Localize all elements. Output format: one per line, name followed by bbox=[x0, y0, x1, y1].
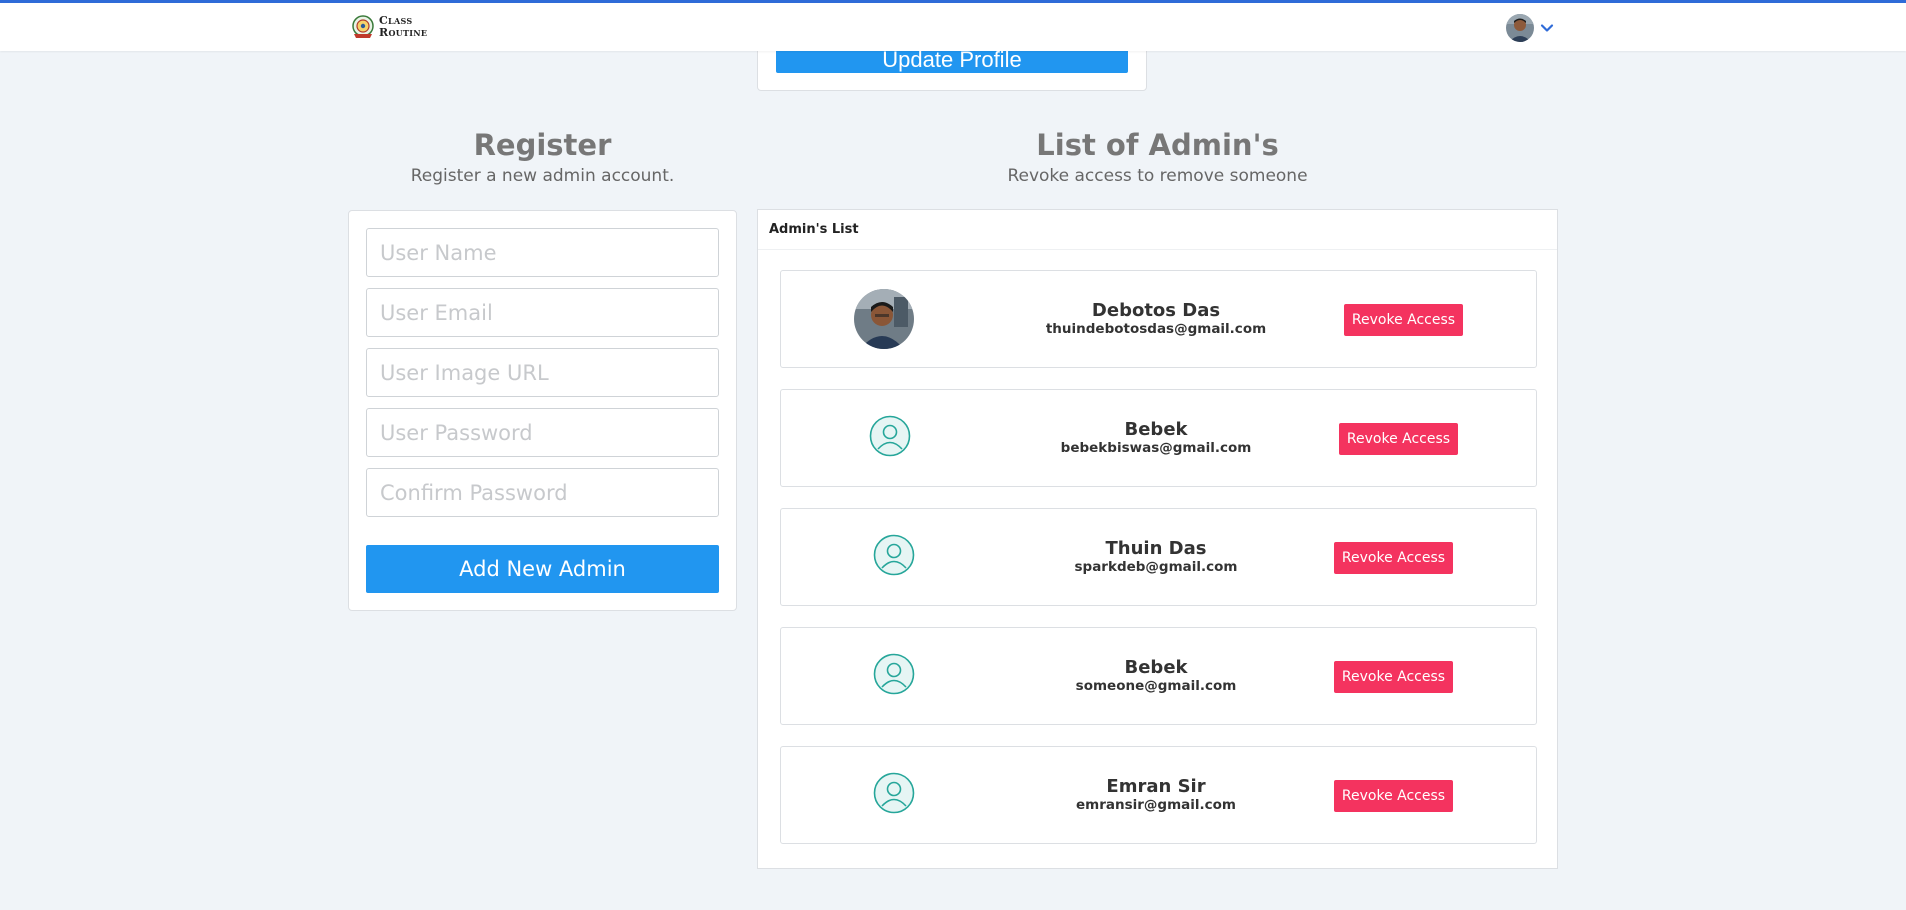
user-menu[interactable] bbox=[1506, 14, 1554, 42]
user-name-input[interactable] bbox=[366, 228, 719, 277]
revoke-access-button[interactable]: Revoke Access bbox=[1334, 661, 1453, 693]
register-subtitle: Register a new admin account. bbox=[410, 166, 675, 186]
admin-info: Bebek bebekbiswas@gmail.com bbox=[961, 420, 1351, 457]
user-image-url-input[interactable] bbox=[366, 348, 719, 397]
user-placeholder-icon bbox=[869, 415, 911, 457]
add-new-admin-button[interactable]: Add New Admin bbox=[366, 545, 719, 593]
list-item: Thuin Das sparkdeb@gmail.com Revoke Acce… bbox=[780, 508, 1537, 606]
admin-name: Debotos Das bbox=[1091, 300, 1221, 321]
register-title: Register bbox=[473, 128, 612, 162]
register-header: Register Register a new admin account. bbox=[348, 128, 737, 186]
chevron-down-icon[interactable] bbox=[1540, 21, 1554, 35]
admin-list-header: List of Admin's Revoke access to remove … bbox=[757, 128, 1558, 186]
admin-email: thuindebotosdas@gmail.com bbox=[1045, 321, 1267, 337]
list-item: Debotos Das thuindebotosdas@gmail.com Re… bbox=[780, 270, 1537, 368]
register-form: Add New Admin bbox=[348, 210, 737, 611]
admin-email: sparkdeb@gmail.com bbox=[1074, 559, 1238, 575]
admin-list-title: List of Admin's bbox=[1036, 128, 1279, 162]
admin-info: Bebek someone@gmail.com bbox=[961, 658, 1351, 695]
navbar: Class Routine bbox=[0, 3, 1906, 51]
class-routine-logo-icon bbox=[352, 15, 374, 38]
user-placeholder-icon bbox=[873, 772, 915, 814]
user-email-input[interactable] bbox=[366, 288, 719, 337]
revoke-access-button[interactable]: Revoke Access bbox=[1334, 780, 1453, 812]
admin-info: Thuin Das sparkdeb@gmail.com bbox=[961, 539, 1351, 576]
revoke-access-button[interactable]: Revoke Access bbox=[1339, 423, 1458, 455]
list-item: Bebek bebekbiswas@gmail.com Revoke Acces… bbox=[780, 389, 1537, 487]
admin-email: someone@gmail.com bbox=[1075, 678, 1237, 694]
brand-name: Class Routine bbox=[379, 15, 427, 39]
brand-line-2: Routine bbox=[379, 26, 428, 39]
list-item: Emran Sir emransir@gmail.com Revoke Acce… bbox=[780, 746, 1537, 844]
admin-email: emransir@gmail.com bbox=[1076, 797, 1236, 813]
admin-list-card: Admin's List Debotos Das thuindebotosdas… bbox=[757, 209, 1558, 869]
revoke-access-button[interactable]: Revoke Access bbox=[1344, 304, 1463, 336]
avatar bbox=[854, 289, 914, 349]
admin-name: Bebek bbox=[1124, 657, 1188, 678]
admin-name: Emran Sir bbox=[1106, 776, 1206, 797]
admin-list-label: Admin's List bbox=[758, 210, 1557, 250]
user-placeholder-icon bbox=[873, 534, 915, 576]
admin-name: Bebek bbox=[1124, 419, 1188, 440]
list-item: Bebek someone@gmail.com Revoke Access bbox=[780, 627, 1537, 725]
confirm-password-input[interactable] bbox=[366, 468, 719, 517]
admin-list-subtitle: Revoke access to remove someone bbox=[1007, 166, 1308, 186]
admin-name: Thuin Das bbox=[1105, 538, 1207, 559]
admin-email: bebekbiswas@gmail.com bbox=[1060, 440, 1252, 456]
user-placeholder-icon bbox=[873, 653, 915, 695]
user-password-input[interactable] bbox=[366, 408, 719, 457]
admin-info: Debotos Das thuindebotosdas@gmail.com bbox=[961, 301, 1351, 338]
brand[interactable]: Class Routine bbox=[351, 13, 427, 41]
top-accent-bar bbox=[0, 0, 1906, 3]
revoke-access-button[interactable]: Revoke Access bbox=[1334, 542, 1453, 574]
admin-info: Emran Sir emransir@gmail.com bbox=[961, 777, 1351, 814]
avatar[interactable] bbox=[1506, 14, 1534, 42]
